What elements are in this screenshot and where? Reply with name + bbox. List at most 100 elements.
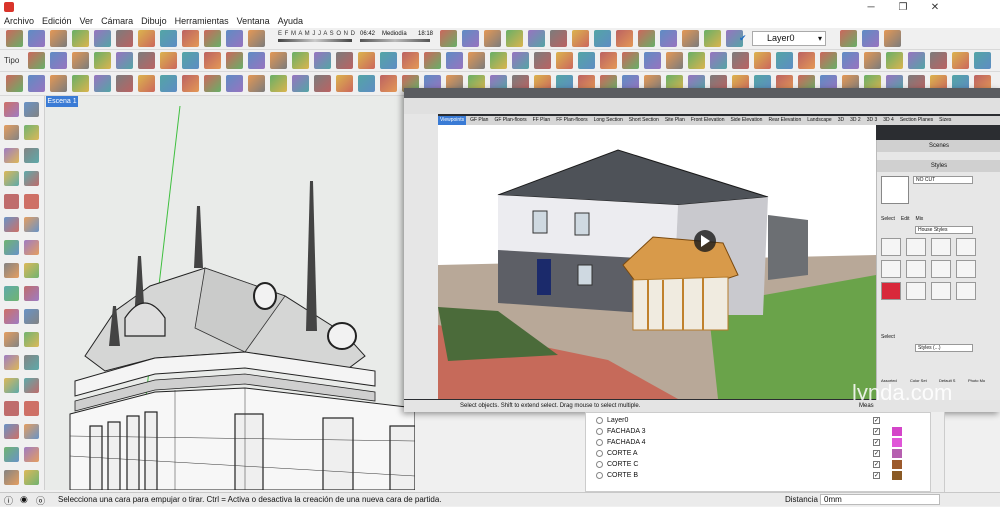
style-thumbnail[interactable] xyxy=(931,260,951,278)
toolbar-tool-icon[interactable] xyxy=(402,52,419,69)
toolbar-tool-icon[interactable] xyxy=(840,30,857,47)
toolbar-tool-icon[interactable] xyxy=(710,52,727,69)
style-thumbnail[interactable] xyxy=(881,238,901,256)
video-scene-tab[interactable]: Landscape xyxy=(805,116,833,125)
toolbar-tool-icon[interactable] xyxy=(50,75,67,92)
toolbar-tool-icon[interactable] xyxy=(292,52,309,69)
layer-row[interactable]: CORTE B ✓ xyxy=(596,470,936,481)
thumb-photo[interactable]: Photo Mo xyxy=(968,378,994,383)
tab-select[interactable]: Select xyxy=(881,216,895,222)
toolbar-tool-icon[interactable] xyxy=(798,52,815,69)
menu-dibujo[interactable]: Dibujo xyxy=(137,16,171,26)
toolbar-tool-icon[interactable] xyxy=(446,52,463,69)
left-tool-icon[interactable] xyxy=(4,470,19,485)
toolbar-tool-icon[interactable] xyxy=(270,52,287,69)
toolbar-tool-icon[interactable] xyxy=(622,52,639,69)
video-scene-tab[interactable]: 3D 2 xyxy=(848,116,863,125)
info-icon[interactable]: ⓘ xyxy=(4,494,13,507)
layer-radio[interactable] xyxy=(596,417,603,424)
styles-dropdown-2[interactable]: Styles (...) xyxy=(915,344,973,352)
left-tool-icon[interactable] xyxy=(24,355,39,370)
left-tool-icon[interactable] xyxy=(24,102,39,117)
toolbar-tool-icon[interactable] xyxy=(248,75,265,92)
toolbar-tool-icon[interactable] xyxy=(424,52,441,69)
video-scene-tab[interactable]: FF Plan xyxy=(531,116,553,125)
left-tool-icon[interactable] xyxy=(24,194,39,209)
toolbar-tool-icon[interactable] xyxy=(182,75,199,92)
left-tool-icon[interactable] xyxy=(24,286,39,301)
toolbar-tool-icon[interactable] xyxy=(138,52,155,69)
maximize-button[interactable]: ❐ xyxy=(886,0,920,14)
left-tool-icon[interactable] xyxy=(4,332,19,347)
toolbar-tool-icon[interactable] xyxy=(380,75,397,92)
style-name-field[interactable]: NO CUT xyxy=(913,176,973,184)
viewport-3d[interactable] xyxy=(45,96,415,490)
toolbar-tool-icon[interactable] xyxy=(6,30,23,47)
toolbar-tool-icon[interactable] xyxy=(160,75,177,92)
menu-herramientas[interactable]: Herramientas xyxy=(171,16,233,26)
left-tool-icon[interactable] xyxy=(4,309,19,324)
menu-ver[interactable]: Ver xyxy=(76,16,98,26)
left-tool-icon[interactable] xyxy=(4,171,19,186)
toolbar-tool-icon[interactable] xyxy=(336,75,353,92)
toolbar-tool-icon[interactable] xyxy=(358,52,375,69)
video-scene-tab[interactable]: Short Section xyxy=(627,116,661,125)
geo-icon[interactable]: ◉ xyxy=(20,494,28,505)
video-scene-tab[interactable]: Side Elevation xyxy=(728,116,764,125)
toolbar-tool-icon[interactable] xyxy=(336,52,353,69)
video-scene-tab[interactable]: 3D xyxy=(836,116,846,125)
toolbar-tool-icon[interactable] xyxy=(644,52,661,69)
scenes-header[interactable]: Scenes xyxy=(877,140,1000,152)
layer-dropdown[interactable]: Layer0 ▾ ✔ xyxy=(739,31,826,46)
layer-color-swatch[interactable] xyxy=(892,449,902,458)
tab-edit[interactable]: Edit xyxy=(901,216,910,222)
toolbar-tool-icon[interactable] xyxy=(616,30,633,47)
toolbar-tool-icon[interactable] xyxy=(550,30,567,47)
toolbar-tool-icon[interactable] xyxy=(28,75,45,92)
video-scene-tab[interactable]: Long Section xyxy=(592,116,625,125)
toolbar-tool-icon[interactable] xyxy=(138,30,155,47)
layer-visible-checkbox[interactable]: ✓ xyxy=(873,461,880,468)
video-scene-tab[interactable]: 3D 3 xyxy=(865,116,880,125)
toolbar-tool-icon[interactable] xyxy=(886,52,903,69)
video-scene-tab[interactable]: Sizes xyxy=(937,116,953,125)
layers-scrollbar[interactable] xyxy=(930,412,944,492)
style-thumbnail[interactable] xyxy=(956,260,976,278)
layer-visible-checkbox[interactable]: ✓ xyxy=(873,428,880,435)
toolbar-tool-icon[interactable] xyxy=(754,52,771,69)
style-thumbnail[interactable] xyxy=(956,282,976,300)
style-dropdown[interactable]: House Styles xyxy=(915,226,973,234)
toolbar-tool-icon[interactable] xyxy=(638,30,655,47)
toolbar-tool-icon[interactable] xyxy=(660,30,677,47)
toolbar-tool-icon[interactable] xyxy=(182,30,199,47)
left-tool-icon[interactable] xyxy=(24,470,39,485)
toolbar-tool-icon[interactable] xyxy=(28,30,45,47)
toolbar-tool-icon[interactable] xyxy=(512,52,529,69)
video-scene-tab[interactable]: GF Plan-floors xyxy=(492,116,528,125)
layer-row[interactable]: FACHADA 3 ✓ xyxy=(596,426,936,437)
toolbar-tool-icon[interactable] xyxy=(732,52,749,69)
toolbar-tool-icon[interactable] xyxy=(160,30,177,47)
style-thumbnail[interactable] xyxy=(881,260,901,278)
style-thumbnail[interactable] xyxy=(906,260,926,278)
toolbar-tool-icon[interactable] xyxy=(666,52,683,69)
video-scene-tab[interactable]: FF Plan-floors xyxy=(554,116,589,125)
video-scene-tab[interactable]: Front Elevation xyxy=(689,116,727,125)
toolbar-tool-icon[interactable] xyxy=(884,30,901,47)
toolbar-tool-icon[interactable] xyxy=(94,52,111,69)
layer-visible-checkbox[interactable]: ✓ xyxy=(873,472,880,479)
left-tool-icon[interactable] xyxy=(4,447,19,462)
layer-radio[interactable] xyxy=(596,472,603,479)
tutorial-video-overlay[interactable]: Viewpoints GF Plan GF Plan-floors FF Plan FF… xyxy=(404,88,1000,412)
layer-row[interactable]: CORTE C ✓ xyxy=(596,459,936,470)
toolbar-tool-icon[interactable] xyxy=(270,75,287,92)
menu-camara[interactable]: Cámara xyxy=(97,16,137,26)
toolbar-tool-icon[interactable] xyxy=(572,30,589,47)
video-scene-tab[interactable]: Viewpoints xyxy=(438,116,467,125)
toolbar-tool-icon[interactable] xyxy=(226,30,243,47)
toolbar-tool-icon[interactable] xyxy=(682,30,699,47)
toolbar-tool-icon[interactable] xyxy=(6,75,23,92)
toolbar-tool-icon[interactable] xyxy=(138,75,155,92)
left-tool-icon[interactable] xyxy=(24,332,39,347)
layer-visible-checkbox[interactable]: ✓ xyxy=(873,439,880,446)
